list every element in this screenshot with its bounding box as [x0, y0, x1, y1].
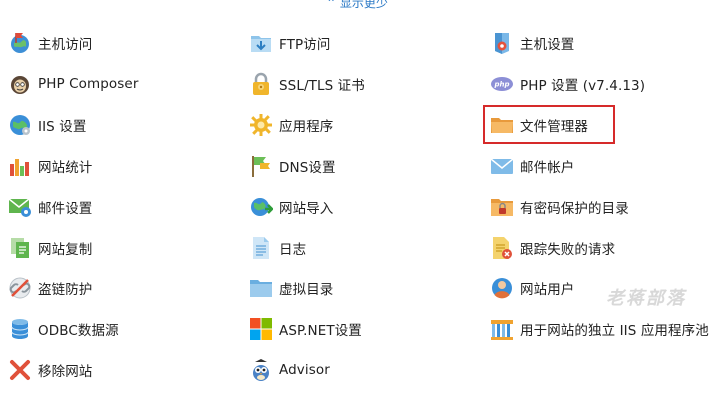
tool-label: ODBC数据源 [38, 323, 119, 340]
tool-label: 跟踪失败的请求 [520, 241, 616, 258]
tool-label: 有密码保护的目录 [520, 200, 629, 217]
php-composer-icon [8, 72, 32, 96]
ssl-lock-icon [249, 72, 273, 96]
tool-label: 主机设置 [520, 37, 575, 54]
tool-label: 文件管理器 [520, 119, 588, 136]
password-protected-dir-icon [490, 195, 514, 219]
tool-label: 用于网站的独立 IIS 应用程序池 [520, 323, 709, 340]
tool-ssl-tls[interactable]: SSL/TLS 证书 [241, 64, 482, 105]
tool-label: 网站统计 [38, 159, 93, 176]
applications-gear-icon [249, 113, 273, 137]
odbc-datasource-icon [8, 317, 32, 341]
tool-label: 网站复制 [38, 241, 93, 258]
tool-label: FTP访问 [279, 37, 331, 54]
failed-requests-icon [490, 236, 514, 260]
svg-text:php: php [493, 81, 509, 89]
remove-website-icon [8, 358, 32, 382]
tool-file-manager[interactable]: 文件管理器 [482, 105, 714, 146]
host-access-icon [8, 31, 32, 55]
tool-label: 网站导入 [279, 200, 334, 217]
tool-aspnet-settings[interactable]: ASP.NET设置 [241, 309, 482, 350]
php-settings-icon: php [490, 72, 514, 96]
tool-odbc-datasource[interactable]: ODBC数据源 [0, 309, 241, 350]
tool-label: IIS 设置 [38, 119, 87, 136]
iis-settings-icon [8, 113, 32, 137]
tool-mail-accounts[interactable]: 邮件帐户 [482, 146, 714, 187]
virtual-directory-icon [249, 276, 273, 300]
tool-mail-settings[interactable]: 邮件设置 [0, 186, 241, 227]
file-manager-folder-icon [490, 113, 514, 137]
tool-label: 应用程序 [279, 119, 334, 136]
web-statistics-icon [8, 154, 32, 178]
tool-label: PHP 设置 (v7.4.13) [520, 78, 646, 95]
tool-label: 日志 [279, 241, 307, 258]
tool-iis-app-pool[interactable]: 用于网站的独立 IIS 应用程序池 [482, 309, 714, 350]
advisor-owl-icon [249, 358, 273, 382]
iis-app-pool-icon [490, 317, 514, 341]
tool-label: ASP.NET设置 [279, 323, 362, 340]
logs-icon [249, 236, 273, 260]
tool-label: 移除网站 [38, 364, 93, 381]
tool-website-import[interactable]: 网站导入 [241, 186, 482, 227]
tool-label: 邮件设置 [38, 200, 93, 217]
show-less-link[interactable]: ⌃ 显示更少 [0, 0, 714, 10]
tool-label: 网站用户 [520, 282, 575, 299]
tool-password-protected-dirs[interactable]: 有密码保护的目录 [482, 186, 714, 227]
host-settings-icon [490, 31, 514, 55]
tool-iis-settings[interactable]: IIS 设置 [0, 105, 241, 146]
tool-label: 盗链防护 [38, 282, 93, 299]
tool-failed-requests[interactable]: 跟踪失败的请求 [482, 227, 714, 268]
tool-label: Advisor [279, 362, 330, 379]
web-users-icon [490, 276, 514, 300]
tool-host-access[interactable]: 主机访问 [0, 23, 241, 64]
tool-website-copy[interactable]: 网站复制 [0, 227, 241, 268]
mail-accounts-icon [490, 154, 514, 178]
watermark: 老蒋部落 [606, 288, 686, 309]
hotlink-protection-icon [8, 276, 32, 300]
tool-logs[interactable]: 日志 [241, 227, 482, 268]
ftp-access-icon [249, 31, 273, 55]
tool-label: 虚拟目录 [279, 282, 334, 299]
tool-advisor[interactable]: Advisor [241, 350, 482, 391]
tool-label: PHP Composer [38, 76, 139, 93]
tool-remove-website[interactable]: 移除网站 [0, 350, 241, 391]
website-copy-icon [8, 236, 32, 260]
tool-virtual-directory[interactable]: 虚拟目录 [241, 268, 482, 309]
tool-label: 主机访问 [38, 37, 93, 54]
aspnet-settings-icon [249, 317, 273, 341]
mail-settings-icon [8, 195, 32, 219]
tool-label: 邮件帐户 [520, 159, 575, 176]
tool-label: DNS设置 [279, 159, 336, 176]
website-import-icon [249, 195, 273, 219]
dns-settings-icon [249, 154, 273, 178]
tool-applications[interactable]: 应用程序 [241, 105, 482, 146]
hosting-tools-grid: 主机访问 FTP访问 主机设置 PHP Composer SSL/TLS 证书 … [0, 23, 714, 391]
tool-host-settings[interactable]: 主机设置 [482, 23, 714, 64]
tool-ftp-access[interactable]: FTP访问 [241, 23, 482, 64]
empty-cell [482, 350, 714, 391]
tool-php-composer[interactable]: PHP Composer [0, 64, 241, 105]
tool-label: SSL/TLS 证书 [279, 78, 365, 95]
tool-web-statistics[interactable]: 网站统计 [0, 146, 241, 187]
tool-hotlink-protection[interactable]: 盗链防护 [0, 268, 241, 309]
tool-php-settings[interactable]: php PHP 设置 (v7.4.13) [482, 64, 714, 105]
tool-dns-settings[interactable]: DNS设置 [241, 146, 482, 187]
